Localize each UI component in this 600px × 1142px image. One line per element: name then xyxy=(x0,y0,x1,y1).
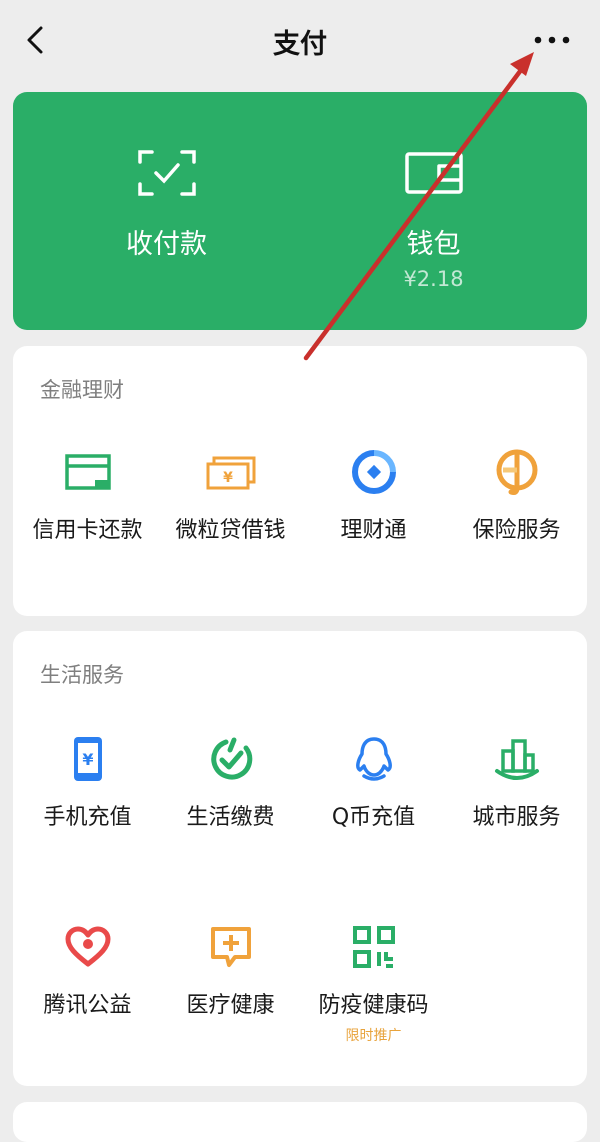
qr-code-icon xyxy=(352,926,395,968)
insurance-button[interactable]: 保险服务 xyxy=(445,444,588,594)
chevron-left-icon xyxy=(27,26,43,54)
life-services-title: 生活服务 xyxy=(40,663,124,687)
wealth-icon xyxy=(351,450,396,494)
umbrella-icon xyxy=(496,449,537,495)
wallet-icon xyxy=(404,152,463,194)
medical-health-button[interactable]: 医疗健康 xyxy=(159,919,302,1069)
credit-card-repay-label: 信用卡还款 xyxy=(32,518,143,543)
credit-card-icon xyxy=(64,454,111,490)
tencent-charity-label: 腾讯公益 xyxy=(43,993,132,1018)
cash-icon: ¥ xyxy=(206,456,255,490)
insurance-label: 保险服务 xyxy=(472,518,561,543)
finance-title: 金融理财 xyxy=(40,378,124,402)
weilidai-loan-label: 微粒贷借钱 xyxy=(175,518,286,543)
phone-topup-icon: ¥ xyxy=(73,737,102,781)
next-card xyxy=(13,1102,587,1142)
medical-chat-icon xyxy=(210,927,251,967)
qq-penguin-icon xyxy=(355,737,392,781)
city-services-label: 城市服务 xyxy=(472,805,561,830)
city-services-button[interactable]: 城市服务 xyxy=(445,731,588,881)
scan-pay-icon xyxy=(137,150,196,196)
svg-text:¥: ¥ xyxy=(82,750,93,769)
tencent-charity-button[interactable]: 腾讯公益 xyxy=(16,919,159,1069)
back-button[interactable] xyxy=(14,18,58,62)
utility-bill-label: 生活缴费 xyxy=(186,805,275,830)
life-services-card: 生活服务 ¥ 手机充值 生活缴费 Q币充值 城市服务 腾讯公益 医疗健康 防疫健… xyxy=(13,631,587,1086)
health-code-label: 防疫健康码 xyxy=(318,993,429,1018)
nav-bar: 支付 xyxy=(0,0,600,84)
qcoin-topup-button[interactable]: Q币充值 xyxy=(302,731,445,881)
medical-health-label: 医疗健康 xyxy=(186,993,275,1018)
licaitong-label: 理财通 xyxy=(340,518,407,543)
city-building-icon xyxy=(494,739,539,780)
phone-topup-button[interactable]: ¥ 手机充值 xyxy=(16,731,159,881)
more-button[interactable] xyxy=(522,18,582,62)
charity-heart-icon xyxy=(65,926,110,967)
svg-text:¥: ¥ xyxy=(223,470,233,486)
limited-promo-badge: 限时推广 xyxy=(345,1028,402,1044)
health-code-button[interactable]: 防疫健康码 限时推广 xyxy=(302,919,445,1069)
utility-bill-icon xyxy=(210,737,252,780)
credit-card-repay-button[interactable]: 信用卡还款 xyxy=(16,444,159,594)
more-dots-icon xyxy=(534,36,570,44)
qcoin-topup-label: Q币充值 xyxy=(331,805,416,830)
page-title: 支付 xyxy=(273,29,327,60)
receive-pay-label: 收付款 xyxy=(126,229,207,260)
licaitong-button[interactable]: 理财通 xyxy=(302,444,445,594)
wallet-label: 钱包 xyxy=(406,229,461,260)
wallet-button[interactable]: 钱包 ¥2.18 xyxy=(290,92,577,330)
weilidai-loan-button[interactable]: ¥ 微粒贷借钱 xyxy=(159,444,302,594)
receive-pay-button[interactable]: 收付款 xyxy=(23,92,310,330)
wallet-balance: ¥2.18 xyxy=(403,267,464,291)
finance-card: 金融理财 信用卡还款 ¥ 微粒贷借钱 理财通 保险服务 xyxy=(13,346,587,616)
utility-bill-button[interactable]: 生活缴费 xyxy=(159,731,302,881)
hero-card: 收付款 钱包 ¥2.18 xyxy=(13,92,587,330)
phone-topup-label: 手机充值 xyxy=(43,805,132,830)
